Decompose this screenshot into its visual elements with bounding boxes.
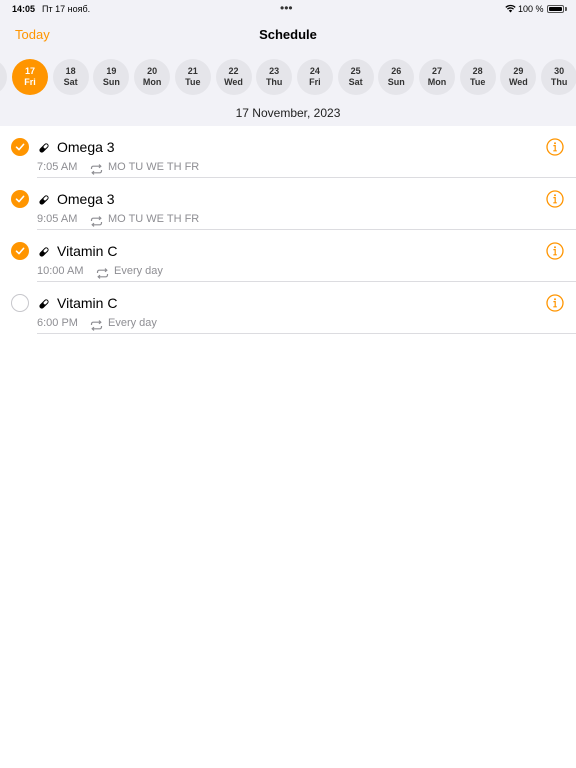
day-weekday: Wed	[224, 77, 243, 87]
day-weekday: Tue	[185, 77, 201, 87]
day-number: 17	[24, 66, 35, 76]
battery-icon	[547, 5, 564, 13]
day-weekday: Thu	[550, 77, 568, 87]
day-weekday: Mon	[427, 77, 447, 87]
today-button[interactable]: Today	[15, 27, 50, 42]
medication-time: 7:05 AM	[37, 161, 78, 173]
multitasking-dots-icon[interactable]: •••	[280, 1, 293, 15]
medication-name: Omega 3	[57, 191, 115, 207]
day-picker[interactable]: 17 Fri 18 Sat 19 Sun 20 Mon 21 Tue 22 Wed 23 Thu 24 Fri…	[0, 59, 576, 95]
battery-tip	[565, 7, 567, 11]
day-26-button[interactable]: 26 Sun	[378, 59, 415, 95]
medication-list: Omega 3 7:05 AM MO TU WE TH FR Omega 3 9:05 …	[0, 126, 576, 334]
header-area: 14:05 Пт 17 нояб. ••• 100 % Schedule Tod…	[0, 0, 576, 126]
day-number: 21	[187, 66, 198, 76]
medication-name: Omega 3	[57, 139, 115, 155]
unchecked-circle-icon[interactable]	[11, 294, 29, 312]
navigation-bar: Schedule Today	[0, 24, 576, 46]
day-22-button[interactable]: 22 Wed	[215, 59, 252, 95]
day-25-button[interactable]: 25 Sat	[337, 59, 374, 95]
day-weekday: Tue	[470, 77, 486, 87]
medication-row[interactable]: Omega 3 7:05 AM MO TU WE TH FR	[0, 126, 576, 178]
day-number: 29	[513, 66, 524, 76]
day-weekday: Sun	[102, 77, 120, 87]
day-27-button[interactable]: 27 Mon	[419, 59, 455, 95]
wifi-icon	[505, 4, 516, 15]
day-28-button[interactable]: 28 Tue	[459, 59, 496, 95]
medication-row[interactable]: Vitamin C 10:00 AM Every day	[0, 230, 576, 282]
medication-name: Vitamin C	[57, 243, 118, 259]
day-weekday: Sat	[63, 77, 78, 87]
repeat-frequency: Every day	[108, 317, 157, 329]
info-icon[interactable]	[546, 294, 564, 317]
checkmark-icon[interactable]	[11, 190, 29, 208]
day-24-button[interactable]: 24 Fri	[296, 59, 333, 95]
day-weekday: Thu	[265, 77, 283, 87]
medication-name: Vitamin C	[57, 295, 118, 311]
pill-icon	[38, 245, 50, 263]
day-weekday: Fri	[24, 77, 36, 87]
day-weekday: Wed	[508, 77, 528, 87]
day-number: 25	[350, 66, 361, 76]
medication-time: 9:05 AM	[37, 213, 78, 225]
day-20-button[interactable]: 20 Mon	[134, 59, 171, 95]
day-17-button[interactable]: 17 Fri	[12, 59, 48, 95]
repeat-frequency: MO TU WE TH FR	[108, 213, 200, 225]
day-number: 26	[391, 66, 402, 76]
day-number: 30	[554, 66, 565, 76]
pill-icon	[38, 141, 50, 159]
day-29-button[interactable]: 29 Wed	[500, 59, 537, 95]
day-number: 20	[147, 66, 158, 76]
medication-time: 10:00 AM	[37, 265, 84, 277]
day-number: 24	[309, 66, 320, 76]
repeat-frequency: MO TU WE TH FR	[108, 161, 200, 173]
day-weekday: Fri	[309, 77, 321, 87]
pill-icon	[38, 193, 50, 211]
medication-row[interactable]: Omega 3 9:05 AM MO TU WE TH FR	[0, 178, 576, 230]
day-previous-button[interactable]	[0, 59, 8, 95]
day-weekday: Sun	[387, 77, 405, 87]
page-title: Schedule	[259, 27, 317, 42]
checkmark-icon[interactable]	[11, 242, 29, 260]
status-bar: 14:05 Пт 17 нояб. ••• 100 %	[0, 0, 576, 18]
day-18-button[interactable]: 18 Sat	[52, 59, 89, 95]
day-number: 19	[106, 66, 117, 76]
info-icon[interactable]	[546, 190, 564, 213]
day-30-button[interactable]: 30 Thu	[541, 59, 576, 95]
day-number: 18	[65, 66, 76, 76]
day-number: 22	[228, 66, 239, 76]
info-icon[interactable]	[546, 242, 564, 265]
row-divider	[37, 333, 576, 334]
day-number: 27	[431, 66, 442, 76]
status-date: Пт 17 нояб.	[42, 4, 91, 14]
battery-percentage: 100 %	[518, 4, 544, 14]
day-weekday: Mon	[142, 77, 162, 87]
day-number: 28	[472, 66, 483, 76]
medication-time: 6:00 PM	[37, 317, 78, 329]
medication-row[interactable]: Vitamin C 6:00 PM Every day	[0, 282, 576, 334]
info-icon[interactable]	[546, 138, 564, 161]
selected-date-label: 17 November, 2023	[235, 106, 341, 120]
status-time: 14:05	[12, 4, 36, 14]
day-23-button[interactable]: 23 Thu	[256, 59, 293, 95]
day-weekday: Sat	[348, 77, 363, 87]
repeat-frequency: Every day	[114, 265, 163, 277]
day-21-button[interactable]: 21 Tue	[174, 59, 211, 95]
day-number: 23	[269, 66, 280, 76]
checkmark-icon[interactable]	[11, 138, 29, 156]
pill-icon	[38, 297, 50, 315]
day-19-button[interactable]: 19 Sun	[93, 59, 130, 95]
